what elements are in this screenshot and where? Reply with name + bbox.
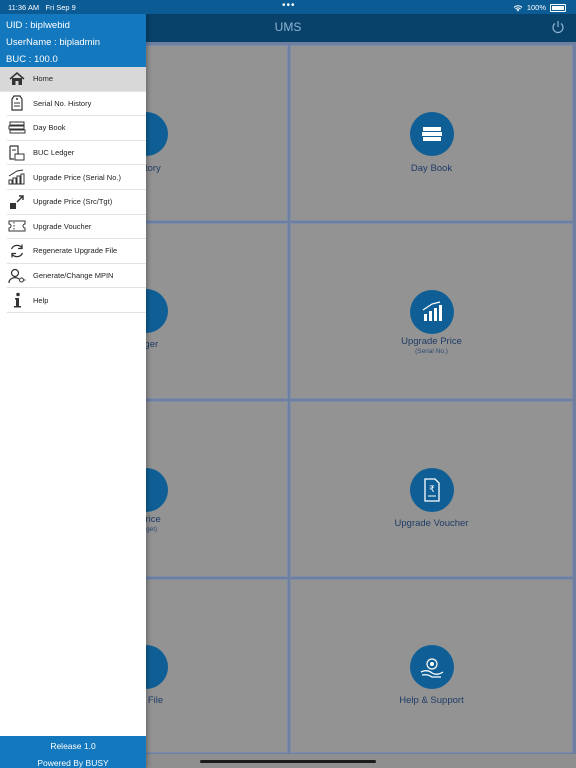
ticket-icon bbox=[7, 217, 27, 235]
rupee-document-icon: ₹ bbox=[409, 468, 454, 512]
books-icon bbox=[409, 112, 454, 156]
powered-by-text: Powered By BUSY bbox=[37, 758, 109, 768]
support-icon bbox=[409, 645, 454, 689]
menu-item-mpin[interactable]: Generate/Change MPIN bbox=[7, 264, 146, 289]
status-bar: 11:36 AM Fri Sep 9 ••• 100% bbox=[0, 0, 576, 14]
bar-chart-icon bbox=[409, 290, 454, 334]
tile-help-support[interactable]: Help & Support bbox=[290, 579, 573, 753]
drawer-footer: Release 1.0 Powered By BUSY bbox=[0, 736, 146, 768]
tile-upgrade-voucher[interactable]: ₹ Upgrade Voucher bbox=[290, 401, 573, 577]
home-indicator bbox=[200, 760, 376, 763]
tile-label: Help & Support bbox=[399, 695, 464, 706]
bar-chart-icon bbox=[7, 168, 27, 186]
buc-text: BUC : 100.0 bbox=[6, 54, 58, 65]
menu-item-upgrade-price-src-tgt[interactable]: Upgrade Price (Src/Tgt) bbox=[7, 190, 146, 215]
tile-sublabel: (Serial No.) bbox=[415, 348, 448, 355]
release-text: Release 1.0 bbox=[50, 741, 96, 751]
refresh-icon bbox=[7, 242, 27, 260]
battery-percent: 100% bbox=[526, 3, 546, 12]
menu-item-day-book[interactable]: Day Book bbox=[7, 116, 146, 141]
menu-item-help[interactable]: Help bbox=[7, 288, 146, 313]
menu-item-regenerate-file[interactable]: Regenerate Upgrade File bbox=[7, 239, 146, 264]
tag-icon bbox=[7, 94, 27, 112]
home-icon bbox=[7, 70, 27, 88]
uid-text: UID : biplwebid bbox=[6, 20, 70, 31]
menu-item-upgrade-price-serial[interactable]: Upgrade Price (Serial No.) bbox=[7, 165, 146, 190]
books-icon bbox=[7, 119, 27, 137]
battery-icon bbox=[550, 3, 566, 12]
menu-item-home[interactable]: Home bbox=[0, 67, 146, 92]
menu-item-upgrade-voucher[interactable]: Upgrade Voucher bbox=[7, 215, 146, 240]
menu-item-buc-ledger[interactable]: BUC Ledger bbox=[7, 141, 146, 166]
arrows-icon bbox=[7, 193, 27, 211]
side-drawer: UID : biplwebid UserName : bipladmin BUC… bbox=[0, 0, 146, 768]
tile-upgrade-price-serial[interactable]: Upgrade Price (Serial No.) bbox=[290, 223, 573, 399]
user-key-icon bbox=[7, 267, 27, 285]
tile-label: Upgrade Price bbox=[401, 336, 462, 347]
status-time: 11:36 AM Fri Sep 9 bbox=[8, 3, 76, 12]
tile-day-book[interactable]: Day Book bbox=[290, 45, 573, 221]
menu-item-serial-history[interactable]: Serial No. History bbox=[7, 92, 146, 117]
wifi-icon bbox=[513, 4, 523, 11]
username-text: UserName : bipladmin bbox=[6, 37, 100, 48]
tile-label: Upgrade Voucher bbox=[394, 518, 469, 529]
svg-text:₹: ₹ bbox=[429, 485, 435, 495]
tile-label: Day Book bbox=[410, 163, 453, 174]
power-icon[interactable] bbox=[551, 20, 565, 34]
drawer-menu: Home Serial No. History Day Book BUC Led… bbox=[0, 67, 146, 313]
info-icon bbox=[7, 291, 27, 309]
multitask-dots[interactable]: ••• bbox=[282, 0, 296, 11]
ledger-icon bbox=[7, 144, 27, 162]
